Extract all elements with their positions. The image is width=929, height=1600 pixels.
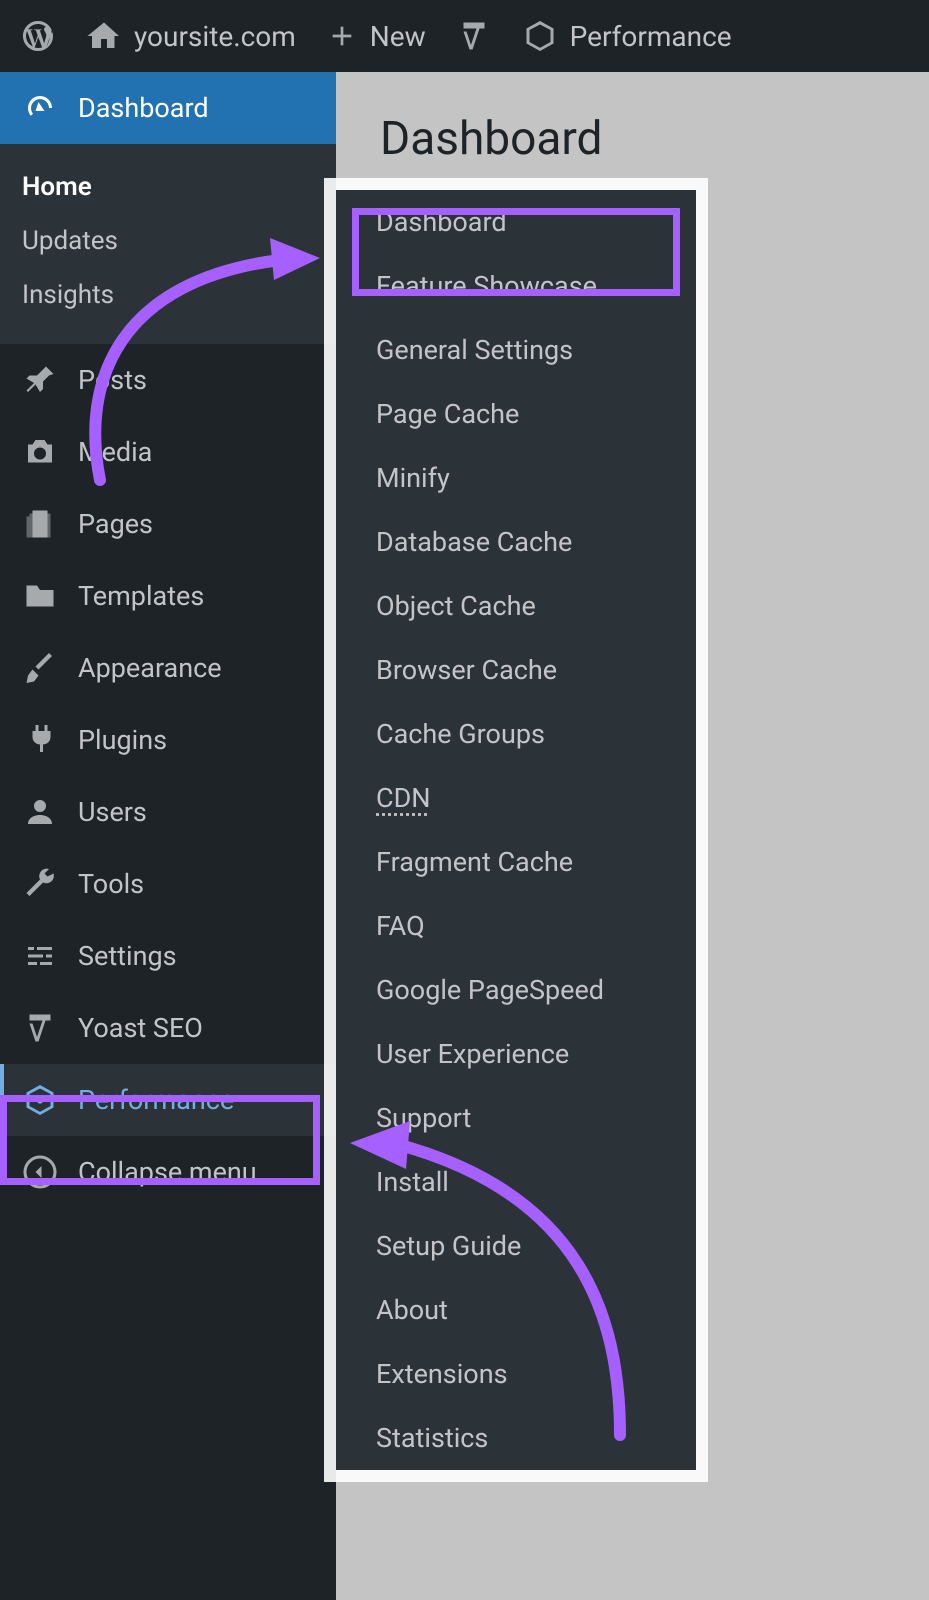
sidebar-item-plugins[interactable]: Plugins	[0, 704, 336, 776]
dashboard-icon	[22, 90, 58, 126]
sidebar-item-settings[interactable]: Settings	[0, 920, 336, 992]
site-name-label: yoursite.com	[134, 20, 296, 53]
flyout-dashboard[interactable]: Dashboard	[336, 190, 696, 254]
flyout-user-experience[interactable]: User Experience	[336, 1022, 696, 1086]
sidebar-item-tools[interactable]: Tools	[0, 848, 336, 920]
sliders-icon	[22, 938, 58, 974]
sidebar-item-pages[interactable]: Pages	[0, 488, 336, 560]
sidebar-item-media[interactable]: Media	[0, 416, 336, 488]
sidebar-users-label: Users	[78, 796, 147, 828]
collapse-label: Collapse menu	[78, 1156, 257, 1188]
plus-icon	[326, 20, 358, 52]
sidebar-item-performance[interactable]: Performance	[0, 1064, 336, 1136]
flyout-about[interactable]: About	[336, 1278, 696, 1342]
flyout-feature-showcase[interactable]: Feature Showcase	[336, 254, 696, 318]
flyout-statistics[interactable]: Statistics	[336, 1406, 696, 1470]
sidebar-performance-label: Performance	[78, 1084, 234, 1116]
sidebar-dashboard-label: Dashboard	[78, 92, 209, 124]
yoast-adminbar-link[interactable]	[456, 18, 492, 54]
folder-icon	[22, 578, 58, 614]
home-link[interactable]: yoursite.com	[86, 18, 296, 54]
sidebar-item-posts[interactable]: Posts	[0, 344, 336, 416]
flyout-cdn[interactable]: CDN	[336, 766, 696, 830]
flyout-object-cache[interactable]: Object Cache	[336, 574, 696, 638]
flyout-install[interactable]: Install	[336, 1150, 696, 1214]
flyout-support[interactable]: Support	[336, 1086, 696, 1150]
performance-adminbar-link[interactable]: Performance	[522, 18, 732, 54]
sidebar-sub-insights[interactable]: Insights	[0, 268, 336, 322]
plug-icon	[22, 722, 58, 758]
yoast-sidebar-icon	[22, 1010, 58, 1046]
flyout-faq[interactable]: FAQ	[336, 894, 696, 958]
sidebar-yoast-label: Yoast SEO	[78, 1012, 203, 1044]
collapse-icon	[22, 1154, 58, 1190]
performance-adminbar-label: Performance	[570, 20, 732, 53]
flyout-database-cache[interactable]: Database Cache	[336, 510, 696, 574]
flyout-general-settings[interactable]: General Settings	[336, 318, 696, 382]
new-content-link[interactable]: New	[326, 20, 426, 53]
pin-icon	[22, 362, 58, 398]
new-label: New	[370, 20, 426, 53]
sidebar-pages-label: Pages	[78, 508, 153, 540]
user-icon	[22, 794, 58, 830]
sidebar-item-yoast[interactable]: Yoast SEO	[0, 992, 336, 1064]
flyout-fragment-cache[interactable]: Fragment Cache	[336, 830, 696, 894]
flyout-browser-cache[interactable]: Browser Cache	[336, 638, 696, 702]
sidebar-settings-label: Settings	[78, 940, 177, 972]
sidebar-sub-updates[interactable]: Updates	[0, 214, 336, 268]
admin-sidebar: Dashboard Home Updates Insights Posts Me…	[0, 72, 336, 1600]
brush-icon	[22, 650, 58, 686]
cube-icon	[522, 18, 558, 54]
sidebar-templates-label: Templates	[78, 580, 204, 612]
camera-icon	[22, 434, 58, 470]
sidebar-item-dashboard[interactable]: Dashboard	[0, 72, 336, 144]
sidebar-posts-label: Posts	[78, 364, 147, 396]
page-title: Dashboard	[336, 72, 929, 206]
wrench-icon	[22, 866, 58, 902]
flyout-google-pagespeed[interactable]: Google PageSpeed	[336, 958, 696, 1022]
sidebar-appearance-label: Appearance	[78, 652, 222, 684]
flyout-setup-guide[interactable]: Setup Guide	[336, 1214, 696, 1278]
home-icon	[86, 18, 122, 54]
sidebar-dashboard-submenu: Home Updates Insights	[0, 144, 336, 344]
flyout-extensions[interactable]: Extensions	[336, 1342, 696, 1406]
flyout-page-cache[interactable]: Page Cache	[336, 382, 696, 446]
sidebar-tools-label: Tools	[78, 868, 144, 900]
collapse-menu-button[interactable]: Collapse menu	[0, 1136, 336, 1208]
sidebar-item-templates[interactable]: Templates	[0, 560, 336, 632]
admin-bar: yoursite.com New Performance	[0, 0, 929, 72]
sidebar-media-label: Media	[78, 436, 152, 468]
pages-icon	[22, 506, 58, 542]
wordpress-logo-link[interactable]	[20, 18, 56, 54]
wordpress-icon	[20, 18, 56, 54]
sidebar-sub-home[interactable]: Home	[0, 160, 336, 214]
cube-sidebar-icon	[22, 1082, 58, 1118]
performance-flyout-menu: Dashboard Feature Showcase General Setti…	[336, 190, 696, 1470]
yoast-icon	[456, 18, 492, 54]
sidebar-item-appearance[interactable]: Appearance	[0, 632, 336, 704]
sidebar-item-users[interactable]: Users	[0, 776, 336, 848]
flyout-cache-groups[interactable]: Cache Groups	[336, 702, 696, 766]
sidebar-plugins-label: Plugins	[78, 724, 167, 756]
flyout-minify[interactable]: Minify	[336, 446, 696, 510]
